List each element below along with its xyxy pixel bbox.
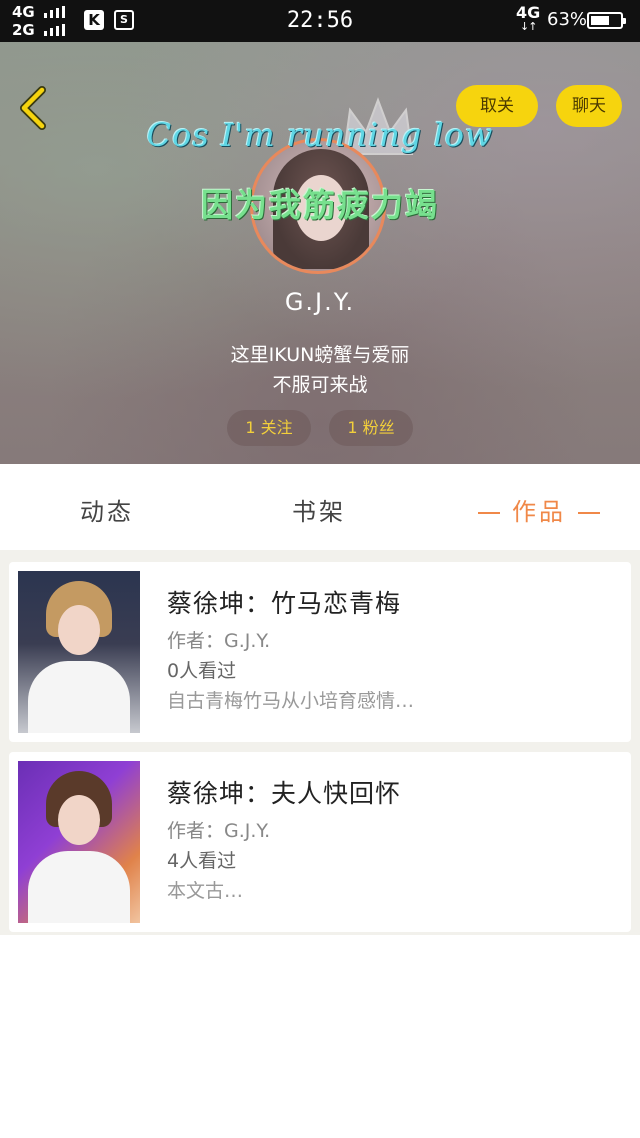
- battery-percent: 63%: [547, 9, 588, 30]
- work-author: 作者：G.J.Y.: [167, 820, 271, 842]
- bio-line-2: 不服可来战: [272, 374, 368, 396]
- list-item[interactable]: 蔡徐坤：竹马恋青梅 作者：G.J.Y. 0人看过 自古青梅竹马从小培育感情…: [9, 562, 631, 742]
- following-count-button[interactable]: 1 关注: [227, 410, 311, 446]
- tab-works[interactable]: 作品: [466, 492, 612, 527]
- battery-fill: [591, 16, 609, 25]
- work-description: 自古青梅竹马从小培育感情…: [167, 690, 415, 712]
- username: G.J.Y.: [284, 288, 356, 316]
- lyric-english: Cos I'm running low: [146, 116, 494, 154]
- tab-activity[interactable]: 动态: [80, 492, 134, 527]
- tab-works-label: 作品: [512, 498, 566, 526]
- work-title: 蔡徐坤：竹马恋青梅: [167, 589, 402, 618]
- data-activity-icon: ↓↑: [520, 20, 537, 33]
- book-cover: [18, 571, 140, 733]
- tab-bookshelf[interactable]: 书架: [292, 492, 346, 527]
- fans-count-button[interactable]: 1 粉丝: [329, 410, 413, 446]
- work-title: 蔡徐坤：夫人快回怀: [167, 779, 402, 808]
- active-tab-indicator: [578, 512, 600, 514]
- profile-header: 取关 聊天 Cos I'm running low 因为我筋疲力竭 G.J.Y.…: [0, 42, 640, 464]
- profile-tabs: 动态 书架 作品: [0, 464, 640, 550]
- clock: 22:56: [286, 8, 354, 33]
- bio-line-1: 这里IKUN螃蟹与爱丽: [230, 344, 410, 366]
- battery-icon: [587, 12, 626, 29]
- work-views: 4人看过: [167, 850, 237, 872]
- work-views: 0人看过: [167, 660, 237, 682]
- work-author: 作者：G.J.Y.: [167, 630, 271, 652]
- list-item[interactable]: 蔡徐坤：夫人快回怀 作者：G.J.Y. 4人看过 本文古…: [9, 752, 631, 932]
- book-cover: [18, 761, 140, 923]
- active-tab-indicator: [478, 512, 500, 514]
- lyric-chinese: 因为我筋疲力竭: [200, 186, 439, 224]
- status-bar: 4G 2G K S 22:56 4G ↓↑ 63%: [0, 0, 640, 42]
- works-list: 蔡徐坤：竹马恋青梅 作者：G.J.Y. 0人看过 自古青梅竹马从小培育感情… 蔡…: [0, 550, 640, 935]
- work-description: 本文古…: [167, 880, 244, 902]
